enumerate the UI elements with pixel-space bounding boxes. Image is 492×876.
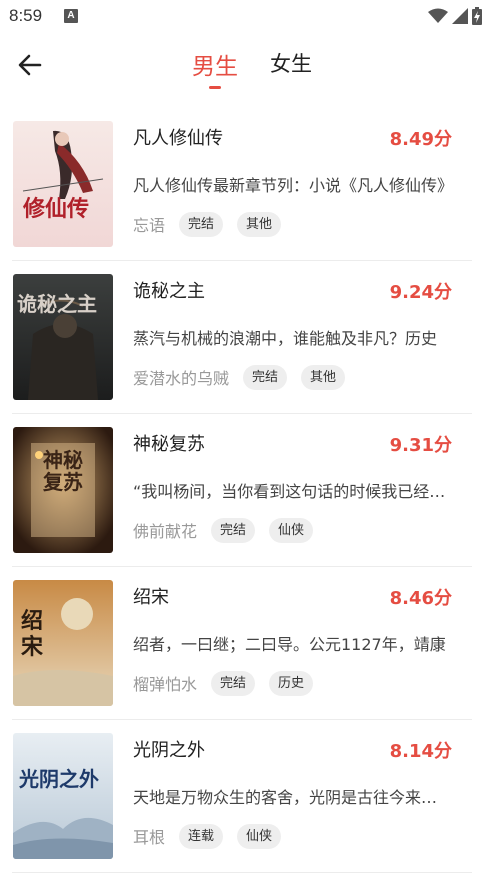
book-title: 绍宋 [133, 587, 169, 608]
book-tag: 仙侠 [269, 517, 314, 543]
book-author: 佛前献花 [133, 522, 198, 541]
top-header: 男生 女生 [0, 34, 492, 98]
cover-title-text: 修仙传 [23, 196, 90, 222]
book-tag: 历史 [269, 670, 314, 696]
book-description: 凡人修仙传最新章节列：小说《凡人修仙传》 [133, 176, 453, 195]
book-tag: 连载 [179, 823, 224, 849]
book-meta: 佛前献花 完结 仙侠 [133, 517, 327, 543]
book-score: 8.49分 [389, 129, 452, 150]
book-author: 爱潜水的乌贼 [133, 369, 230, 388]
book-cover: 光阴之外 [13, 733, 113, 859]
book-meta: 爱潜水的乌贼 完结 其他 [133, 364, 359, 390]
book-author: 榴弹怕水 [133, 675, 198, 694]
book-item[interactable]: 诡秘之主 诡秘之主 9.24分 蒸汽与机械的浪潮中，谁能触及非凡？历史 爱潜水的… [12, 261, 472, 414]
wifi-icon [428, 8, 448, 23]
cover-title-text: 神秘复苏 [43, 448, 83, 494]
back-arrow-icon[interactable] [14, 49, 46, 81]
book-author: 耳根 [133, 828, 166, 847]
book-description: 绍者，一曰继；二曰导。公元1127年，靖康 [133, 635, 446, 654]
book-title: 凡人修仙传 [133, 128, 223, 149]
book-title: 神秘复苏 [133, 434, 205, 455]
book-meta: 榴弹怕水 完结 历史 [133, 670, 327, 696]
book-title: 诡秘之主 [133, 281, 205, 302]
book-cover: 修仙传 [13, 121, 113, 247]
cover-title-text: 绍宋 [21, 608, 44, 660]
book-item[interactable]: 神秘复苏 神秘复苏 9.31分 “我叫杨间，当你看到这句话的时候我已经死了 佛前… [12, 414, 472, 567]
book-cover: 绍宋 [13, 580, 113, 706]
status-bar: 8:59 A [0, 0, 492, 34]
status-time: 8:59 [9, 6, 43, 25]
book-meta: 耳根 连载 仙侠 [133, 823, 295, 849]
book-item[interactable]: 修仙传 凡人修仙传 8.49分 凡人修仙传最新章节列：小说《凡人修仙传》 忘语 … [12, 108, 472, 261]
book-tag: 仙侠 [237, 823, 282, 849]
tab-male[interactable]: 男生 [192, 47, 238, 81]
book-tag: 完结 [179, 211, 224, 237]
book-tag: 完结 [211, 517, 256, 543]
book-tag: 其他 [237, 211, 282, 237]
book-item[interactable]: 绍宋 绍宋 8.46分 绍者，一曰继；二曰导。公元1127年，靖康 榴弹怕水 完… [12, 567, 472, 720]
book-score: 8.14分 [389, 741, 452, 762]
book-cover: 诡秘之主 [13, 274, 113, 400]
notification-icon: A [64, 9, 78, 23]
book-score: 9.31分 [389, 435, 452, 456]
status-icons [428, 7, 482, 25]
book-cover: 神秘复苏 [13, 427, 113, 553]
battery-icon [472, 7, 482, 25]
book-description: “我叫杨间，当你看到这句话的时候我已经死了 [133, 482, 453, 501]
book-item[interactable]: 光阴之外 光阴之外 8.14分 天地是万物众生的客舍，光阴是古往今来的过客 耳根… [12, 720, 472, 873]
book-tag: 完结 [243, 364, 288, 390]
active-tab-indicator [209, 86, 221, 89]
book-list: 修仙传 凡人修仙传 8.49分 凡人修仙传最新章节列：小说《凡人修仙传》 忘语 … [0, 108, 492, 873]
book-score: 9.24分 [389, 282, 452, 303]
book-tag: 其他 [301, 364, 346, 390]
book-meta: 忘语 完结 其他 [133, 211, 295, 237]
cover-title-text: 光阴之外 [19, 767, 99, 791]
book-tag: 完结 [211, 670, 256, 696]
cover-title-text: 诡秘之主 [17, 292, 97, 316]
book-description: 蒸汽与机械的浪潮中，谁能触及非凡？历史 [133, 329, 438, 348]
book-author: 忘语 [133, 216, 166, 235]
book-description: 天地是万物众生的客舍，光阴是古往今来的过客 [133, 788, 453, 807]
book-score: 8.46分 [389, 588, 452, 609]
book-title: 光阴之外 [133, 740, 205, 761]
tab-female[interactable]: 女生 [270, 48, 312, 78]
signal-icon [452, 8, 468, 24]
